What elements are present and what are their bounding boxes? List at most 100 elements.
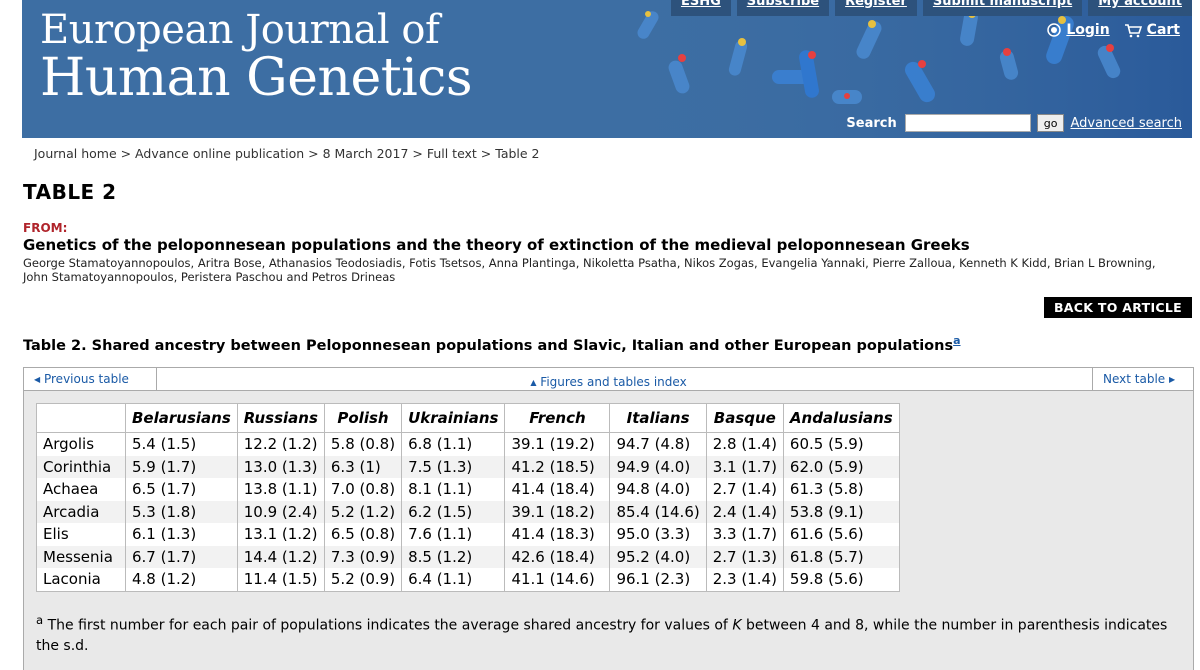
column-header: Italians <box>609 403 707 433</box>
table-cell: 7.3 (0.9) <box>323 545 403 568</box>
table-cell: 6.7 (1.7) <box>125 545 238 568</box>
nav-eshg[interactable]: ESHG <box>670 0 731 16</box>
table-cell: 6.8 (1.1) <box>401 432 506 456</box>
table-container: ◀ Previous table ▲ Figures and tables in… <box>23 367 1194 670</box>
table-cell: 10.9 (2.4) <box>236 500 325 523</box>
table-cell: 41.2 (18.5) <box>504 455 611 478</box>
table-cell: 60.5 (5.9) <box>782 432 900 456</box>
advanced-search-link[interactable]: Advanced search <box>1070 116 1182 131</box>
table-cell: 41.1 (14.6) <box>504 568 611 592</box>
table-cell: 6.3 (1) <box>323 455 403 478</box>
table-cell: 2.8 (1.4) <box>705 432 784 456</box>
table-footnote: a The first number for each pair of popu… <box>36 610 1176 656</box>
footnote-link[interactable]: a <box>953 334 960 347</box>
table-header-row: Belarusians Russians Polish Ukrainians F… <box>36 403 900 433</box>
table-cell: 2.7 (1.4) <box>705 478 784 501</box>
table-cell: 6.5 (0.8) <box>323 523 403 546</box>
article-title[interactable]: Genetics of the peloponnesean population… <box>23 236 970 254</box>
table-caption-text: Table 2. Shared ancestry between Pelopon… <box>23 337 954 354</box>
column-header: French <box>504 403 611 433</box>
nav-subscribe[interactable]: Subscribe <box>736 0 830 16</box>
breadcrumb[interactable]: Journal home > Advance online publicatio… <box>34 146 540 161</box>
table-cell: 41.4 (18.4) <box>504 478 611 501</box>
row-header: Laconia <box>36 568 126 592</box>
right-arrow-icon: ▶ <box>1169 375 1176 384</box>
table-row: Laconia 4.8 (1.2) 11.4 (1.5) 5.2 (0.9) 6… <box>36 568 900 592</box>
row-header: Messenia <box>36 545 126 568</box>
column-header: Ukrainians <box>401 403 506 433</box>
logo-line-2: Human Genetics <box>40 48 473 108</box>
login-radio-icon <box>1047 23 1062 37</box>
column-header: Russians <box>236 403 325 433</box>
table-cell: 11.4 (1.5) <box>236 568 325 592</box>
column-header: Polish <box>323 403 403 433</box>
search-input[interactable] <box>904 114 1031 132</box>
table-cell: 2.7 (1.3) <box>705 545 784 568</box>
table-cell: 12.2 (1.2) <box>236 432 325 456</box>
top-nav: ESHG Subscribe Register Submit manuscrip… <box>670 0 1192 16</box>
cart-icon <box>1124 23 1142 37</box>
column-header <box>36 403 126 433</box>
next-table-label: Next table <box>1103 372 1166 386</box>
table-cell: 61.3 (5.8) <box>782 478 900 501</box>
login-link[interactable]: Login <box>1047 22 1110 38</box>
column-header: Andalusians <box>782 403 900 433</box>
table-cell: 5.8 (0.8) <box>323 432 403 456</box>
table-cell: 7.6 (1.1) <box>401 523 506 546</box>
table-row: Arcadia 5.3 (1.8) 10.9 (2.4) 5.2 (1.2) 6… <box>36 500 900 523</box>
row-header: Elis <box>36 523 126 546</box>
tables-index-label: Figures and tables index <box>540 375 687 389</box>
table-cell: 13.8 (1.1) <box>236 478 325 501</box>
table-cell: 62.0 (5.9) <box>782 455 900 478</box>
table-cell: 59.8 (5.6) <box>782 568 900 592</box>
journal-logo[interactable]: European Journal of Human Genetics <box>40 7 473 108</box>
column-header: Belarusians <box>125 403 238 433</box>
table-cell: 39.1 (18.2) <box>504 500 611 523</box>
table-cell: 61.6 (5.6) <box>782 523 900 546</box>
table-row: Messenia 6.7 (1.7) 14.4 (1.2) 7.3 (0.9) … <box>36 545 900 568</box>
table-cell: 7.5 (1.3) <box>401 455 506 478</box>
row-header: Achaea <box>36 478 126 501</box>
nav-register[interactable]: Register <box>835 0 917 16</box>
table-cell: 39.1 (19.2) <box>504 432 611 456</box>
login-label: Login <box>1066 22 1110 38</box>
search-label: Search <box>846 115 897 131</box>
table-cell: 6.1 (1.3) <box>125 523 238 546</box>
table-cell: 4.8 (1.2) <box>125 568 238 592</box>
go-button[interactable]: go <box>1036 114 1065 132</box>
row-header: Arcadia <box>36 500 126 523</box>
table-cell: 14.4 (1.2) <box>236 545 325 568</box>
table-cell: 13.0 (1.3) <box>236 455 325 478</box>
table-cell: 85.4 (14.6) <box>609 500 707 523</box>
logo-line-1: European Journal of <box>40 7 440 53</box>
header-banner: European Journal of Human Genetics ESHG … <box>22 0 1192 138</box>
table-cell: 13.1 (1.2) <box>236 523 325 546</box>
table-cell: 5.2 (1.2) <box>323 500 403 523</box>
table-cell: 8.5 (1.2) <box>401 545 506 568</box>
table-cell: 8.1 (1.1) <box>401 478 506 501</box>
table-nav: ◀ Previous table ▲ Figures and tables in… <box>24 368 1193 391</box>
table-cell: 95.0 (3.3) <box>609 523 707 546</box>
table-row: Argolis 5.4 (1.5) 12.2 (1.2) 5.8 (0.8) 6… <box>36 432 900 456</box>
tables-index-link[interactable]: ▲ Figures and tables index <box>24 371 1193 394</box>
table-row: Achaea 6.5 (1.7) 13.8 (1.1) 7.0 (0.8) 8.… <box>36 478 900 501</box>
table-cell: 6.5 (1.7) <box>125 478 238 501</box>
table-cell: 5.4 (1.5) <box>125 432 238 456</box>
from-label: FROM: <box>23 221 68 235</box>
nav-my-account[interactable]: My account <box>1088 0 1192 16</box>
table-cell: 96.1 (2.3) <box>609 568 707 592</box>
table-cell: 94.9 (4.0) <box>609 455 707 478</box>
table-cell: 7.0 (0.8) <box>323 478 403 501</box>
nav-submit-manuscript[interactable]: Submit manuscript <box>922 0 1083 16</box>
table-cell: 42.6 (18.4) <box>504 545 611 568</box>
table-cell: 61.8 (5.7) <box>782 545 900 568</box>
table-cell: 6.4 (1.1) <box>401 568 506 592</box>
table-cell: 2.3 (1.4) <box>705 568 784 592</box>
table-cell: 5.9 (1.7) <box>125 455 238 478</box>
cart-link[interactable]: Cart <box>1124 22 1180 38</box>
cart-label: Cart <box>1146 22 1180 38</box>
next-table-link[interactable]: Next table ▶ <box>1092 368 1193 390</box>
footnote-text-1: The first number for each pair of popula… <box>43 617 733 634</box>
back-to-article-button[interactable]: BACK TO ARTICLE <box>1044 297 1192 318</box>
footnote-italic-k: K <box>732 617 742 634</box>
